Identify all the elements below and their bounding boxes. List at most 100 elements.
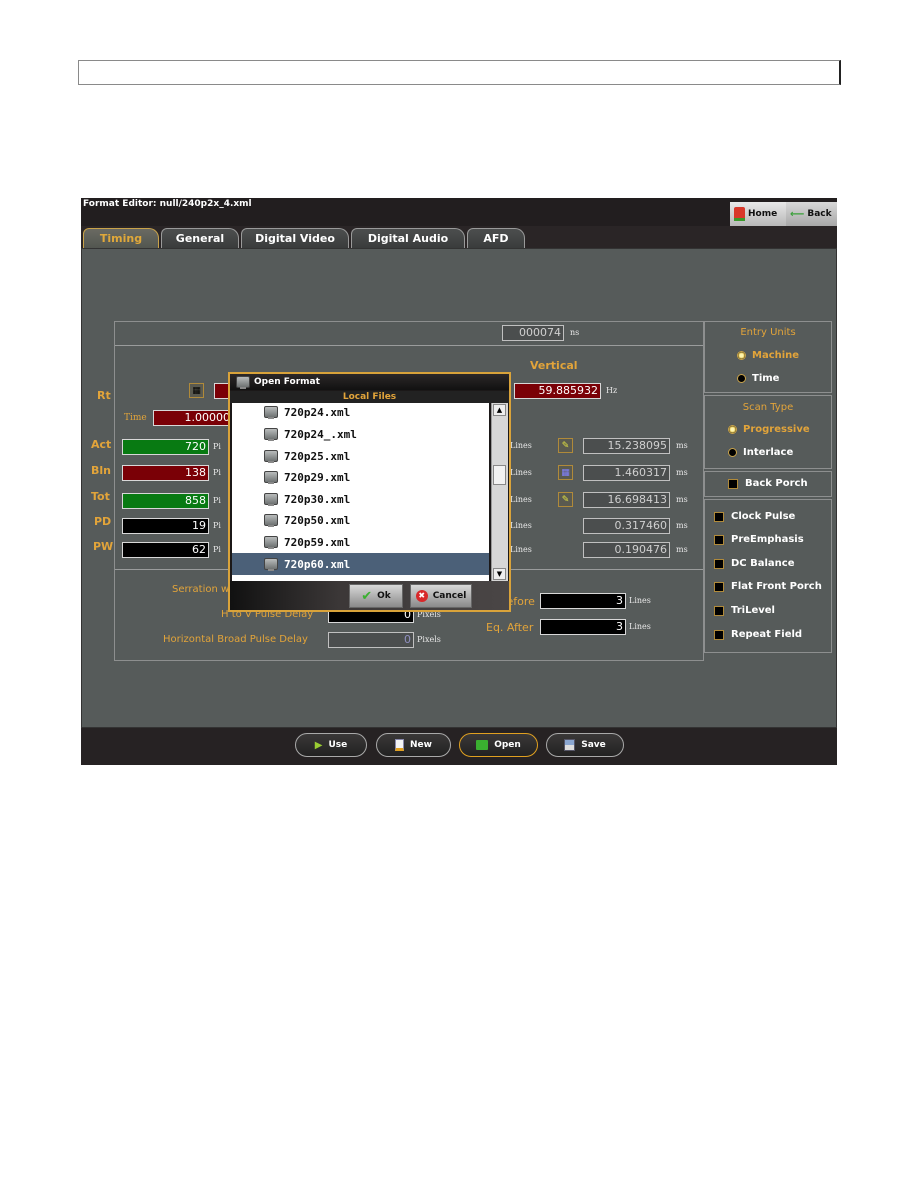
radio-label: Machine	[752, 350, 800, 361]
save-label: Save	[581, 740, 606, 750]
file-name: 720p24.xml	[284, 405, 351, 419]
bottom-toolbar: ▶ Use New Open Save	[81, 728, 837, 765]
file-name: 720p50.xml	[284, 513, 351, 527]
tab-afd[interactable]: AFD	[467, 228, 525, 248]
scroll-down-icon[interactable]: ▼	[493, 568, 506, 580]
file-name: 720p30.xml	[284, 492, 351, 506]
save-button[interactable]: Save	[546, 733, 624, 757]
file-item[interactable]: 720p29.xml	[232, 466, 489, 488]
tab-label: Digital Audio	[367, 232, 449, 245]
bln-field[interactable]: 138	[122, 465, 209, 481]
checkbox-icon	[714, 511, 724, 522]
pw-label: PW	[93, 540, 114, 553]
radio-time[interactable]: Time	[737, 373, 779, 384]
ok-button[interactable]: ✔ Ok	[349, 584, 403, 608]
file-item[interactable]: 720p50.xml	[232, 509, 489, 531]
scroll-thumb[interactable]	[493, 465, 506, 485]
pencil-icon[interactable]: ✎	[558, 438, 573, 453]
dc-balance-checkbox[interactable]: DC Balance	[714, 558, 795, 569]
back-button[interactable]: ⟵ Back	[786, 202, 837, 226]
radio-off-icon	[728, 448, 737, 457]
new-label: New	[410, 740, 432, 750]
folder-open-icon	[476, 740, 489, 750]
preemphasis-checkbox[interactable]: PreEmphasis	[714, 534, 804, 545]
dialog-title-bar: Open Format	[230, 374, 509, 390]
home-button[interactable]: Home	[730, 202, 786, 226]
cancel-icon: ✖	[415, 590, 428, 602]
top-period-field[interactable]: 000074	[502, 325, 564, 341]
back-porch-checkbox[interactable]: Back Porch	[728, 478, 808, 489]
open-label: Open	[494, 740, 521, 750]
lines-unit: Lines	[629, 596, 651, 605]
vertical-rate-field[interactable]: 59.885932	[514, 383, 601, 399]
repeat-field-checkbox[interactable]: Repeat Field	[714, 629, 802, 640]
checkbox-icon	[714, 558, 724, 569]
tot-unit: Pi	[213, 496, 221, 505]
lines-unit: Lines	[510, 468, 532, 477]
tab-digital-audio[interactable]: Digital Audio	[351, 228, 465, 248]
tab-digital-video[interactable]: Digital Video	[241, 228, 349, 248]
entry-units-panel: Entry Units Machine Time	[704, 321, 832, 393]
file-monitor-icon	[264, 514, 278, 527]
flat-front-porch-checkbox[interactable]: Flat Front Porch	[714, 581, 822, 592]
h-broad-field[interactable]: 0	[328, 632, 414, 648]
use-button[interactable]: ▶ Use	[295, 733, 367, 757]
file-monitor-icon	[264, 406, 278, 419]
file-item[interactable]: 720p30.xml	[232, 488, 489, 510]
cancel-button[interactable]: ✖ Cancel	[410, 584, 472, 608]
ms-unit: ms	[676, 521, 688, 530]
calculator-icon[interactable]: ▦	[189, 383, 204, 398]
lines-unit: Lines	[510, 521, 532, 530]
file-item-selected[interactable]: 720p60.xml	[232, 553, 489, 575]
file-monitor-icon	[264, 558, 278, 571]
act-field[interactable]: 720	[122, 439, 209, 455]
v-pw-time-field[interactable]: 0.190476	[583, 542, 670, 558]
radio-label: Time	[752, 373, 780, 384]
calculator-icon[interactable]: ▦	[558, 465, 573, 480]
eq-after-field[interactable]: 3	[540, 619, 626, 635]
file-item[interactable]: 720p24.xml	[232, 403, 489, 423]
file-item[interactable]: 720p24_.xml	[232, 423, 489, 445]
options-panel: Clock Pulse PreEmphasis DC Balance Flat …	[704, 499, 832, 653]
ms-unit: ms	[676, 495, 688, 504]
eq-before-field[interactable]: 3	[540, 593, 626, 609]
radio-interlace[interactable]: Interlace	[728, 447, 793, 458]
monitor-icon	[236, 376, 250, 389]
scroll-up-icon[interactable]: ▲	[493, 404, 506, 416]
clock-pulse-checkbox[interactable]: Clock Pulse	[714, 511, 795, 522]
lines-unit: Lines	[510, 545, 532, 554]
v-active-time-field[interactable]: 15.238095	[583, 438, 670, 454]
file-list-scrollbar[interactable]: ▲ ▼	[491, 403, 508, 581]
time-field[interactable]: 1.00000	[153, 410, 233, 426]
radio-progressive[interactable]: Progressive	[728, 424, 810, 435]
file-item[interactable]: 720p59.xml	[232, 531, 489, 553]
vertical-heading: Vertical	[530, 359, 578, 372]
v-total-time-field[interactable]: 16.698413	[583, 492, 670, 508]
tab-timing[interactable]: Timing	[83, 228, 159, 248]
checkbox-label: Repeat Field	[731, 629, 803, 640]
vertical-rate-unit: Hz	[606, 386, 618, 395]
trilevel-checkbox[interactable]: TriLevel	[714, 605, 775, 616]
checkbox-label: TriLevel	[731, 605, 775, 616]
pencil-icon[interactable]: ✎	[558, 492, 573, 507]
radio-machine[interactable]: Machine	[737, 350, 799, 361]
v-blank-time-field[interactable]: 1.460317	[583, 465, 670, 481]
checkbox-icon	[728, 478, 738, 489]
file-name: 720p29.xml	[284, 470, 351, 484]
open-format-dialog: Open Format Local Files 720p24.xml 720p2…	[228, 372, 511, 612]
v-pd-time-field[interactable]: 0.317460	[583, 518, 670, 534]
file-monitor-icon	[264, 428, 278, 441]
bln-unit: Pi	[213, 468, 221, 477]
open-button[interactable]: Open	[459, 733, 538, 757]
file-item[interactable]: 720p25.xml	[232, 445, 489, 467]
tot-field[interactable]: 858	[122, 493, 209, 509]
pd-unit: Pi	[213, 521, 221, 530]
format-editor-window: Format Editor: null/240p2x_4.xml Home ⟵ …	[81, 198, 837, 765]
timing-panel: 000074 ns Rt ▦ Time 1.00000 Act 720 Pi B…	[81, 248, 837, 728]
tab-label: General	[175, 232, 225, 245]
tab-general[interactable]: General	[161, 228, 239, 248]
pd-field[interactable]: 19	[122, 518, 209, 534]
pw-field[interactable]: 62	[122, 542, 209, 558]
new-button[interactable]: New	[376, 733, 451, 757]
dialog-subtitle: Local Files	[230, 391, 509, 403]
